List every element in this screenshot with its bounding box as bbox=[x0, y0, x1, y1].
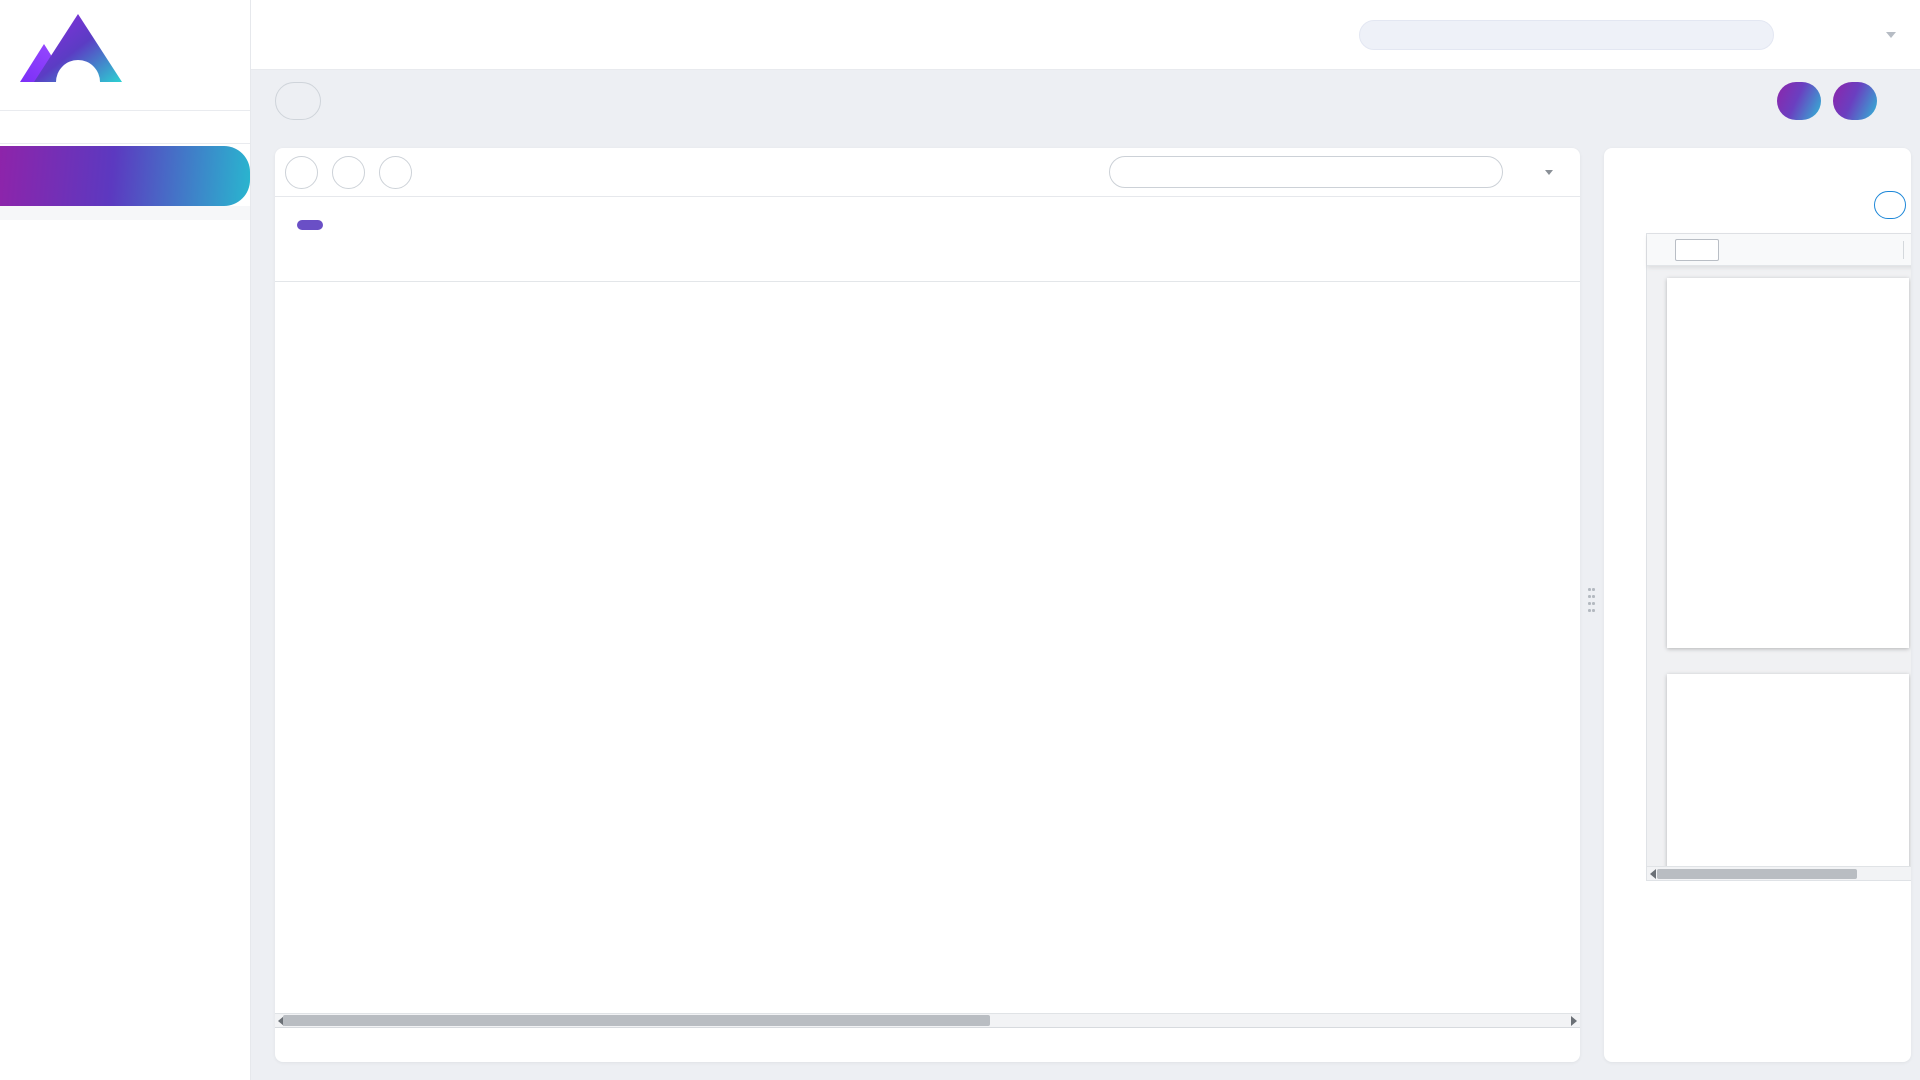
chevron-down-icon bbox=[1886, 32, 1896, 38]
user-menu[interactable] bbox=[1878, 32, 1896, 38]
pdf-page-1 bbox=[1667, 278, 1909, 648]
pdf-viewer bbox=[1646, 233, 1911, 881]
table-filter-row bbox=[275, 246, 1580, 282]
filter-chips bbox=[275, 197, 1580, 246]
scroll-left-arrow[interactable] bbox=[1650, 869, 1656, 879]
brand-logo[interactable] bbox=[0, 0, 250, 110]
all-chip[interactable] bbox=[297, 220, 323, 230]
panel-resize-handle[interactable] bbox=[1586, 588, 1598, 624]
fulltext-search-input[interactable] bbox=[1124, 164, 1488, 180]
refresh-button[interactable] bbox=[285, 156, 318, 189]
documents-table-card bbox=[275, 148, 1580, 1062]
scrollbar-thumb[interactable] bbox=[283, 1015, 990, 1026]
menu-toggle[interactable] bbox=[0, 110, 250, 144]
global-search-input[interactable] bbox=[1372, 27, 1761, 43]
columns-button[interactable] bbox=[332, 156, 365, 189]
fulltext-search bbox=[1109, 156, 1503, 188]
table-settings-button[interactable] bbox=[1542, 170, 1553, 175]
table-footer bbox=[275, 1028, 1580, 1062]
scroll-right-arrow[interactable] bbox=[1571, 1016, 1577, 1026]
pdf-pages-area[interactable] bbox=[1647, 266, 1911, 866]
filter-button[interactable] bbox=[379, 156, 412, 189]
document-detail-panel bbox=[1604, 148, 1911, 1062]
qr-code bbox=[60, 902, 190, 1032]
doc-submenu bbox=[0, 206, 250, 220]
app-root bbox=[0, 0, 1920, 1080]
start-signature-button[interactable] bbox=[1874, 191, 1906, 219]
mountain-logo-icon bbox=[16, 10, 126, 98]
table-toolbar bbox=[275, 148, 1580, 196]
table-horizontal-scrollbar[interactable] bbox=[275, 1013, 1580, 1028]
scrollbar-thumb[interactable] bbox=[1657, 869, 1857, 879]
breadcrumb bbox=[255, 32, 265, 38]
create-template-button[interactable] bbox=[1833, 82, 1877, 120]
sidebar-footer bbox=[0, 890, 250, 1080]
action-bar bbox=[251, 70, 1920, 148]
signatures-section bbox=[1620, 191, 1906, 219]
chevron-down-icon bbox=[1545, 170, 1553, 175]
table-empty-space bbox=[275, 282, 1580, 1013]
pdf-toolbar bbox=[1647, 234, 1911, 266]
global-search bbox=[1359, 20, 1774, 50]
pdf-horizontal-scrollbar[interactable] bbox=[1647, 866, 1911, 880]
page-number-input[interactable] bbox=[1675, 239, 1719, 261]
sidebar-item-doc[interactable] bbox=[0, 146, 250, 206]
topbar bbox=[251, 0, 1920, 70]
divider bbox=[1903, 241, 1904, 259]
pdf-page-2 bbox=[1667, 674, 1909, 866]
add-file-button[interactable] bbox=[1777, 82, 1821, 120]
custom-filters-button[interactable] bbox=[275, 82, 321, 120]
sidebar bbox=[0, 0, 251, 1080]
